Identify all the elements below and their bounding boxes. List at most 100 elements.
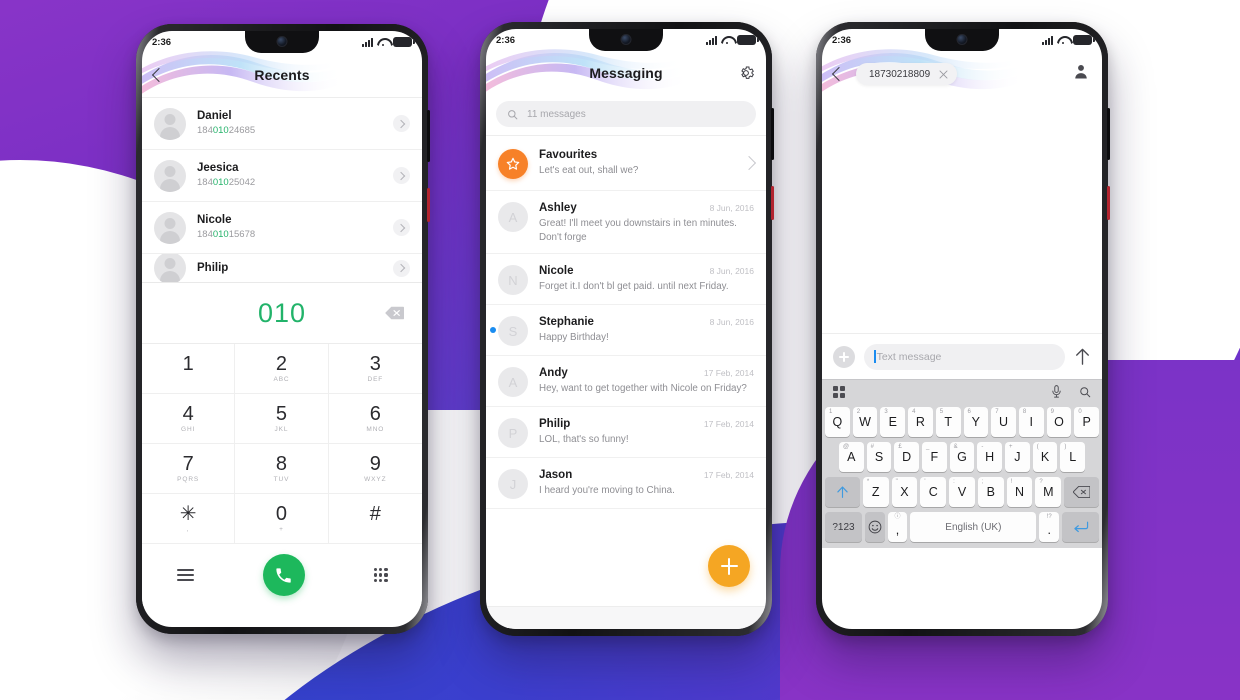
key-d[interactable]: £ D bbox=[894, 442, 919, 472]
space-key[interactable]: English (UK) bbox=[910, 512, 1037, 542]
key-2[interactable]: 2 ABC bbox=[235, 344, 329, 394]
chevron-right-icon[interactable] bbox=[393, 167, 410, 184]
power-button[interactable] bbox=[427, 188, 430, 222]
close-icon[interactable] bbox=[939, 70, 948, 79]
message-thread-row[interactable]: N Nicole 8 Jun, 2016 Forget it.I don't b… bbox=[486, 254, 766, 305]
chevron-right-icon[interactable] bbox=[741, 155, 757, 171]
key-x[interactable]: " X bbox=[891, 477, 918, 507]
message-thread-row[interactable]: J Jason 17 Feb, 2014 I heard you're movi… bbox=[486, 458, 766, 509]
key-u[interactable]: 7U bbox=[991, 407, 1016, 437]
volume-button[interactable] bbox=[427, 110, 430, 162]
menu-icon[interactable] bbox=[176, 569, 194, 581]
add-contact-button[interactable] bbox=[1074, 64, 1088, 84]
key-y[interactable]: 6Y bbox=[963, 407, 989, 437]
key-k[interactable]: (K bbox=[1032, 442, 1058, 472]
dial-display: 010 bbox=[142, 282, 422, 343]
settings-button[interactable] bbox=[726, 51, 766, 95]
thread-name: Jason bbox=[539, 469, 573, 481]
thread-preview: Let's eat out, shall we? bbox=[539, 165, 639, 176]
numeric-mode-key[interactable]: ?123 bbox=[825, 512, 862, 542]
search-icon[interactable] bbox=[1079, 386, 1091, 398]
key-4[interactable]: 4 GHI bbox=[142, 394, 236, 444]
thread-date: 8 Jun, 2016 bbox=[709, 266, 754, 276]
key-l[interactable]: ) L bbox=[1060, 442, 1086, 472]
key-q[interactable]: 1Q bbox=[824, 407, 850, 437]
key-j[interactable]: + J bbox=[1005, 442, 1030, 472]
key-c[interactable]: ' C bbox=[920, 477, 947, 507]
key-3[interactable]: 3 DEF bbox=[328, 344, 422, 394]
chevron-right-icon[interactable] bbox=[393, 219, 410, 236]
key-b[interactable]: ; B bbox=[977, 477, 1004, 507]
contact-name: Philip bbox=[197, 261, 229, 274]
favourites-row[interactable]: Favourites Let's eat out, shall we? bbox=[486, 136, 766, 191]
power-button[interactable] bbox=[1107, 186, 1110, 220]
avatar bbox=[154, 211, 186, 244]
recent-call-row[interactable]: Jeesica 18401025042 bbox=[142, 150, 422, 202]
key-n[interactable]: ! N bbox=[1006, 477, 1033, 507]
attach-plus-icon[interactable] bbox=[833, 345, 855, 368]
key-o[interactable]: 9O bbox=[1046, 407, 1072, 437]
key-s[interactable]: # S bbox=[866, 442, 892, 472]
key-f[interactable]: _ F bbox=[922, 442, 947, 472]
key-9[interactable]: 9 WXYZ bbox=[328, 444, 422, 494]
recent-call-row[interactable]: Nicole 18401015678 bbox=[142, 202, 422, 254]
keypad-grid-icon[interactable] bbox=[373, 568, 388, 582]
back-chevron-icon[interactable] bbox=[142, 53, 176, 97]
backspace-key[interactable] bbox=[1064, 477, 1099, 507]
wifi-icon bbox=[377, 38, 389, 47]
message-thread-row[interactable]: P Philip 17 Feb, 2014 LOL, that's so fun… bbox=[486, 407, 766, 458]
enter-return-icon bbox=[1073, 521, 1088, 532]
key-z[interactable]: * Z bbox=[862, 477, 889, 507]
dial-keypad: 1 2 ABC 3 DEF 4 GHI 5 JKL 6 MNO 7 PQRS 8 TUV 9W… bbox=[142, 343, 422, 544]
recent-call-row[interactable]: Philip bbox=[142, 254, 422, 282]
message-thread-row[interactable]: A Ashley 8 Jun, 2016 Great! I'll meet yo… bbox=[486, 191, 766, 254]
key-h[interactable]: -H bbox=[977, 442, 1003, 472]
key-e[interactable]: 3E bbox=[880, 407, 906, 437]
call-button[interactable] bbox=[262, 554, 305, 596]
comma-key[interactable]: ⓘ, bbox=[887, 512, 908, 542]
enter-key[interactable] bbox=[1062, 512, 1099, 542]
volume-button[interactable] bbox=[771, 108, 774, 160]
key-w[interactable]: 2W bbox=[852, 407, 878, 437]
period-key[interactable]: !?. bbox=[1039, 512, 1060, 542]
microphone-icon[interactable] bbox=[1051, 385, 1062, 398]
key-8[interactable]: 8 TUV bbox=[235, 444, 329, 494]
power-button[interactable] bbox=[771, 186, 774, 220]
key-g[interactable]: & G bbox=[949, 442, 975, 472]
key-v[interactable]: :V bbox=[949, 477, 975, 507]
key-6[interactable]: 6 MNO bbox=[328, 394, 422, 444]
key-r[interactable]: 4R bbox=[908, 407, 933, 437]
message-input[interactable]: Text message bbox=[864, 343, 1065, 370]
message-thread-row[interactable]: A Andy 17 Feb, 2014 Hey, want to get tog… bbox=[486, 356, 766, 407]
key-hash[interactable]: # bbox=[328, 494, 422, 544]
recents-list: Daniel 18401024685 Jeesica 18401025042 N… bbox=[142, 97, 422, 282]
volume-button[interactable] bbox=[1107, 108, 1110, 160]
thread-date: 17 Feb, 2014 bbox=[703, 368, 754, 378]
grid-apps-icon[interactable] bbox=[833, 385, 845, 398]
chevron-right-icon[interactable] bbox=[393, 259, 410, 277]
key-p[interactable]: 0P bbox=[1074, 407, 1100, 437]
recipient-chip[interactable]: 18730218809 bbox=[856, 63, 958, 85]
key-t[interactable]: 5T bbox=[935, 407, 961, 437]
key-7[interactable]: 7 PQRS bbox=[142, 444, 236, 494]
key-a[interactable]: @ A bbox=[838, 442, 864, 472]
send-arrow-up-icon[interactable] bbox=[1074, 347, 1091, 366]
compose-message-button[interactable] bbox=[708, 545, 750, 587]
phone2-screen: 2:36 Messaging 11 messages Favourites Le… bbox=[486, 29, 766, 629]
key-i[interactable]: 8I bbox=[1018, 407, 1044, 437]
search-input[interactable]: 11 messages bbox=[496, 101, 756, 127]
key-0[interactable]: 0 + bbox=[235, 494, 329, 544]
key-5[interactable]: 5 JKL bbox=[235, 394, 329, 444]
emoji-key[interactable] bbox=[864, 512, 885, 542]
chevron-right-icon[interactable] bbox=[393, 115, 410, 132]
key-1[interactable]: 1 bbox=[142, 344, 236, 394]
key-m[interactable]: ? M bbox=[1035, 477, 1062, 507]
recent-call-row[interactable]: Daniel 18401024685 bbox=[142, 98, 422, 150]
backspace-icon[interactable] bbox=[385, 306, 404, 320]
back-chevron-icon[interactable] bbox=[822, 52, 856, 96]
shift-key[interactable] bbox=[825, 477, 860, 507]
key-star[interactable]: ✳, bbox=[142, 494, 236, 544]
thread-name: Philip bbox=[539, 418, 571, 430]
message-thread-row[interactable]: S Stephanie 8 Jun, 2016 Happy Birthday! bbox=[486, 305, 766, 356]
thread-date: 8 Jun, 2016 bbox=[709, 317, 754, 327]
